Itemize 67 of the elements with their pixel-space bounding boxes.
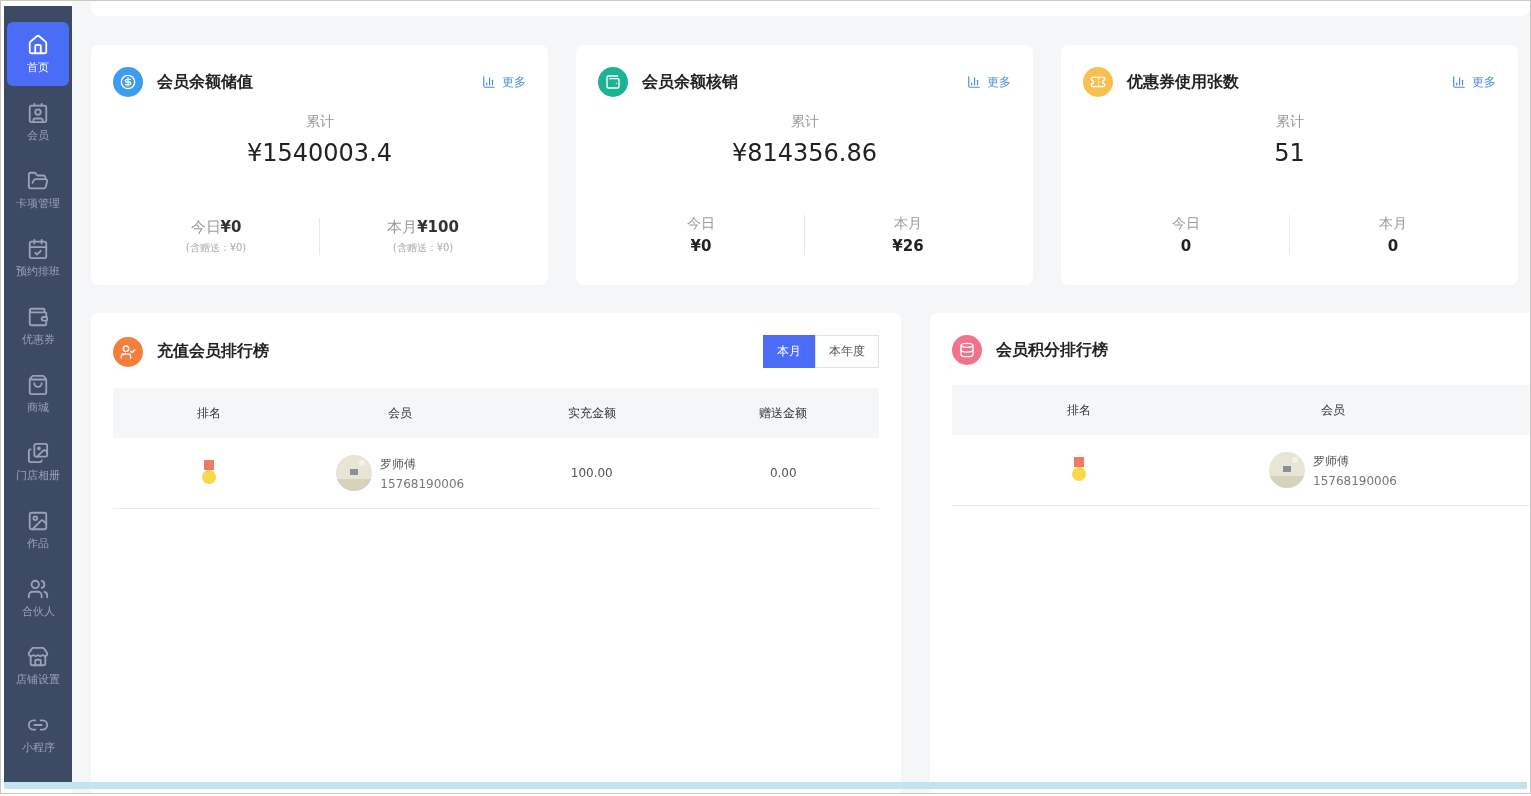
sidebar-item[interactable]: 合伙人 bbox=[7, 566, 69, 630]
stat-note: (含赠送：¥0) bbox=[392, 241, 454, 255]
nav-icon bbox=[27, 169, 49, 192]
sidebar-item[interactable]: 门店相册 bbox=[7, 430, 69, 494]
column-header: 会员 bbox=[1321, 401, 1345, 419]
total-label: 累计 bbox=[789, 113, 820, 131]
scrollbar[interactable] bbox=[4, 782, 1527, 789]
total-value: 51 bbox=[1273, 139, 1306, 167]
stat-label: 本月 bbox=[894, 215, 922, 233]
stat-value: 本月¥100 bbox=[387, 218, 459, 237]
sidebar-item[interactable]: 商城 bbox=[7, 362, 69, 426]
bar-chart-icon bbox=[482, 75, 496, 89]
stat-value: ¥26 bbox=[892, 237, 924, 255]
total-label: 累计 bbox=[304, 113, 335, 131]
sidebar-item[interactable]: 卡项管理 bbox=[7, 158, 69, 222]
column-header: 排名 bbox=[1067, 401, 1091, 419]
medal-icon bbox=[200, 460, 217, 486]
stat-label: 今日 bbox=[1172, 215, 1200, 233]
nav-icon bbox=[27, 237, 49, 260]
card-title: 会员余额储值 bbox=[157, 71, 253, 93]
card-title: 充值会员排行榜 bbox=[157, 341, 269, 362]
nav-icon bbox=[27, 441, 49, 464]
more-link[interactable]: 更多 bbox=[1452, 73, 1496, 91]
medal-icon bbox=[1071, 457, 1087, 483]
stat-note: (含赠送：¥0) bbox=[185, 241, 247, 255]
stat-value: 0 bbox=[1387, 237, 1399, 255]
total-value: ¥1540003.4 bbox=[245, 139, 394, 167]
sidebar-item[interactable]: 优惠券 bbox=[7, 294, 69, 358]
bar-chart-icon bbox=[967, 75, 981, 89]
member-name: 罗师傅 bbox=[1313, 452, 1350, 470]
member-name: 罗师傅 bbox=[380, 455, 418, 473]
stat-label: 本月 bbox=[1379, 215, 1407, 233]
table-cell: 0.00 bbox=[769, 466, 797, 480]
stat-value: 0 bbox=[1180, 237, 1192, 255]
stat-value: 今日¥0 bbox=[190, 218, 242, 237]
period-tab[interactable]: 本月 bbox=[763, 335, 815, 368]
stat-value: ¥0 bbox=[690, 237, 712, 255]
nav-icon bbox=[27, 101, 49, 124]
sidebar-item[interactable]: 作品 bbox=[7, 498, 69, 562]
nav-icon bbox=[27, 305, 49, 328]
column-header: 实充金额 bbox=[567, 404, 616, 422]
card-title: 会员余额核销 bbox=[642, 71, 738, 93]
total-value: ¥814356.86 bbox=[730, 139, 879, 167]
more-link[interactable]: 更多 bbox=[967, 73, 1011, 91]
column-header: 赠送金额 bbox=[759, 404, 808, 422]
nav-icon bbox=[27, 577, 49, 600]
more-link[interactable]: 更多 bbox=[482, 73, 526, 91]
sidebar-item[interactable]: 预约排班 bbox=[7, 226, 69, 290]
card-title: 优惠券使用张数 bbox=[1127, 71, 1239, 93]
nav-icon bbox=[27, 373, 49, 396]
sidebar-item[interactable]: 店铺设置 bbox=[7, 634, 69, 698]
member-phone: 15768190006 bbox=[1313, 473, 1397, 488]
period-tab[interactable]: 本年度 bbox=[815, 335, 879, 368]
table-cell: 100.00 bbox=[570, 466, 613, 480]
card-title: 会员积分排行榜 bbox=[996, 339, 1108, 361]
stat-label: 今日 bbox=[687, 215, 715, 233]
sidebar-item[interactable]: 首页 bbox=[7, 22, 69, 86]
nav-icon bbox=[27, 509, 49, 532]
sidebar-item[interactable]: 小程序 bbox=[7, 702, 69, 766]
column-header: 排名 bbox=[196, 404, 221, 422]
column-header: 会员 bbox=[388, 404, 413, 422]
member-phone: 15768190006 bbox=[380, 476, 465, 491]
nav-icon bbox=[27, 33, 49, 56]
bar-chart-icon bbox=[1452, 75, 1466, 89]
sidebar-item[interactable]: 会员 bbox=[7, 90, 69, 154]
nav-icon bbox=[27, 645, 49, 668]
total-label: 累计 bbox=[1274, 113, 1305, 131]
